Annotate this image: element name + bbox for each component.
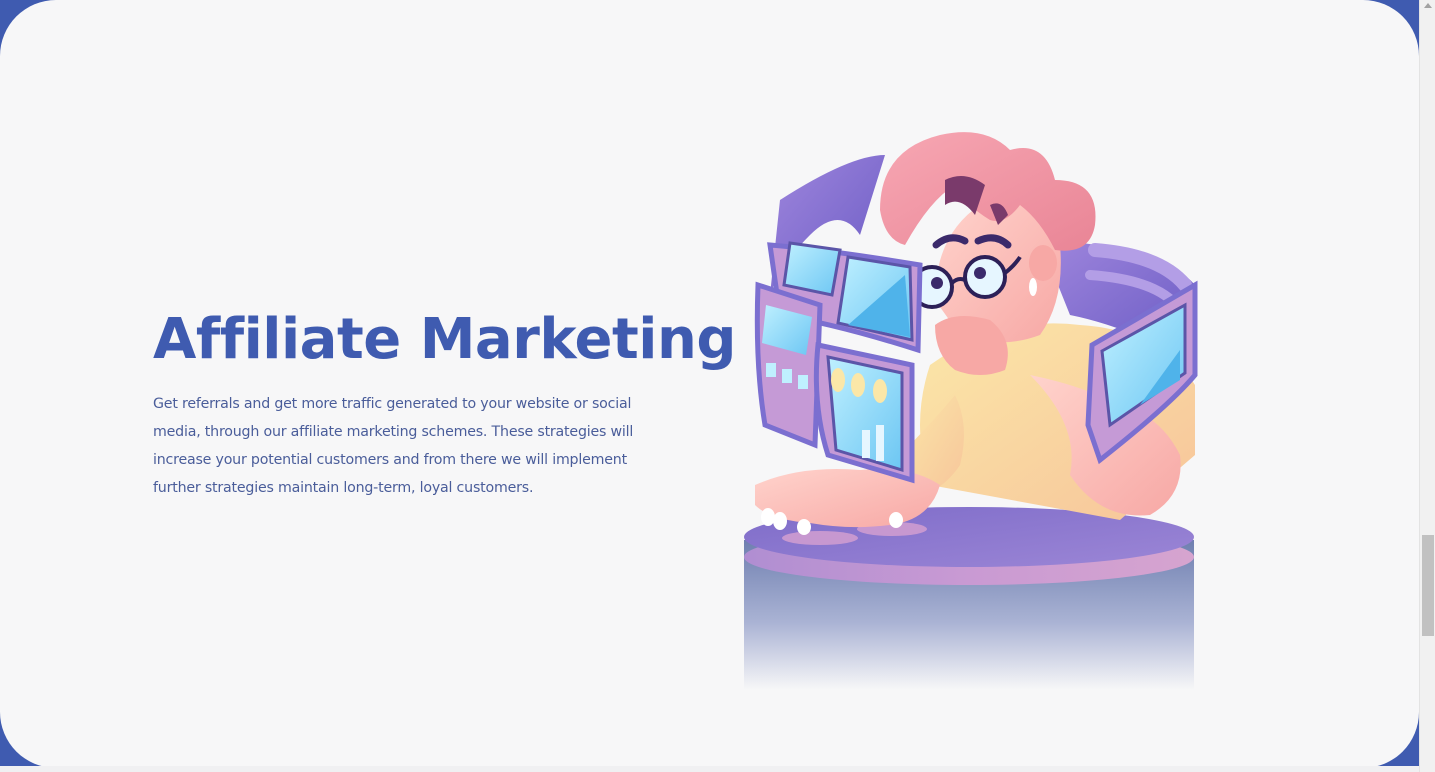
person-with-screens-illustration [744,132,1198,690]
section-description: Get referrals and get more traffic gener… [153,396,634,496]
page-scrollbar[interactable] [1419,0,1435,772]
scrollbar-thumb[interactable] [1422,535,1434,636]
page: Affiliate Marketing Get referrals and ge… [0,0,1435,772]
affiliate-marketing-section: Affiliate Marketing Get referrals and ge… [0,0,1419,768]
section-bottom-edge [0,766,1419,772]
scroll-up-arrow-icon[interactable] [1424,3,1432,8]
section-title: Affiliate Marketing [153,307,736,372]
